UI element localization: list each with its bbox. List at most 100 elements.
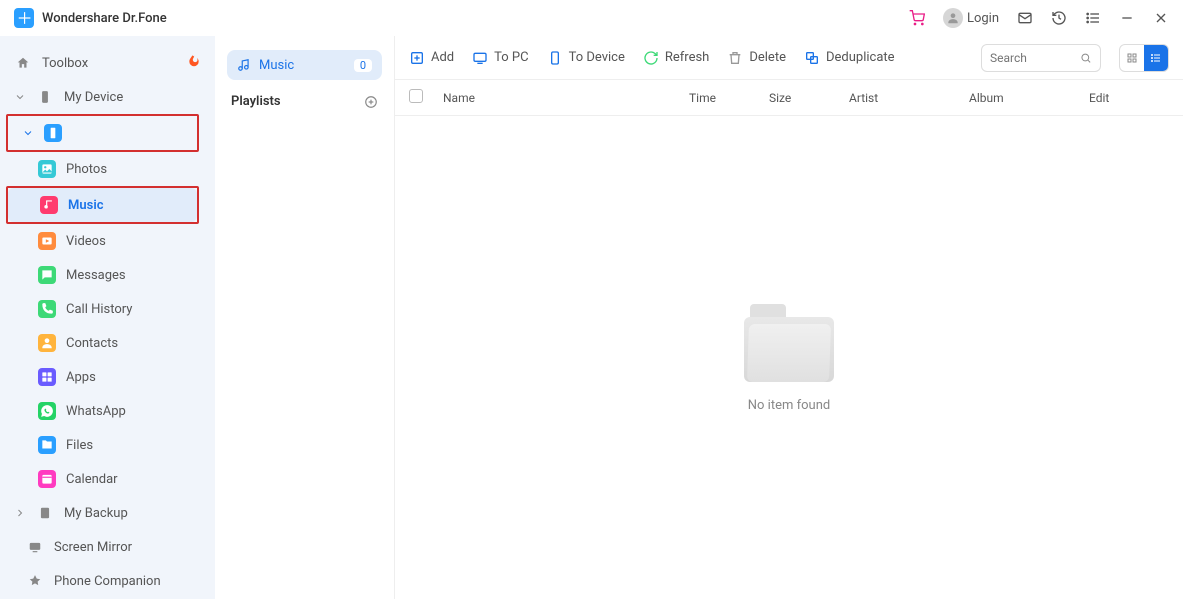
- photos-label: Photos: [66, 162, 107, 177]
- contacts-icon: [38, 334, 56, 352]
- calendar-icon: [38, 470, 56, 488]
- sidebar-device-root[interactable]: [8, 116, 197, 150]
- chevron-right-icon: [14, 507, 26, 519]
- sidebar-videos[interactable]: Videos: [0, 224, 215, 258]
- call-icon: [38, 300, 56, 318]
- cart-button[interactable]: [909, 10, 925, 26]
- sidebar-my-backup[interactable]: My Backup: [0, 496, 215, 530]
- contacts-label: Contacts: [66, 336, 118, 351]
- sidebar-apps[interactable]: Apps: [0, 360, 215, 394]
- toolbox-label: Toolbox: [42, 56, 88, 71]
- device-icon: [36, 88, 54, 106]
- music-count-badge: 0: [354, 59, 372, 72]
- list-view-button[interactable]: [1144, 45, 1168, 71]
- col-size[interactable]: Size: [769, 91, 849, 105]
- music-label: Music: [68, 198, 103, 213]
- phone-companion-label: Phone Companion: [54, 574, 161, 589]
- sidebar-files[interactable]: Files: [0, 428, 215, 462]
- col-artist[interactable]: Artist: [849, 91, 969, 105]
- videos-icon: [38, 232, 56, 250]
- app-logo: [14, 8, 34, 28]
- my-device-label: My Device: [64, 90, 123, 105]
- delete-label: Delete: [749, 50, 786, 65]
- whatsapp-icon: [38, 402, 56, 420]
- playlists-panel: Music 0 Playlists: [215, 36, 395, 599]
- table-header: Name Time Size Artist Album Edit: [395, 80, 1183, 116]
- search-box[interactable]: [981, 44, 1101, 72]
- deduplicate-button[interactable]: Deduplicate: [804, 50, 895, 66]
- empty-folder-icon: [744, 302, 834, 382]
- files-label: Files: [66, 438, 93, 453]
- refresh-button[interactable]: Refresh: [643, 50, 709, 66]
- phone-icon: [44, 124, 62, 142]
- sidebar-music[interactable]: Music: [8, 188, 197, 222]
- col-time[interactable]: Time: [689, 91, 769, 105]
- refresh-icon: [643, 50, 659, 66]
- home-icon: [14, 54, 32, 72]
- to-pc-label: To PC: [494, 50, 528, 65]
- sidebar: Toolbox My Device Photos Music Vid: [0, 36, 215, 599]
- device-icon: [547, 50, 563, 66]
- search-icon: [1080, 51, 1092, 65]
- highlight-device: [6, 114, 199, 152]
- screen-mirror-label: Screen Mirror: [54, 540, 132, 555]
- toolbar: Add To PC To Device Refresh Delete: [395, 36, 1183, 80]
- minimize-button[interactable]: [1119, 10, 1135, 26]
- dedup-icon: [804, 50, 820, 66]
- deduplicate-label: Deduplicate: [826, 50, 895, 65]
- videos-label: Videos: [66, 234, 106, 249]
- sidebar-toolbox[interactable]: Toolbox: [0, 46, 215, 80]
- sidebar-calendar[interactable]: Calendar: [0, 462, 215, 496]
- close-button[interactable]: [1153, 10, 1169, 26]
- apps-icon: [38, 368, 56, 386]
- select-all-checkbox[interactable]: [409, 89, 443, 106]
- sidebar-phone-companion[interactable]: Phone Companion: [0, 564, 215, 598]
- apps-label: Apps: [66, 370, 96, 385]
- companion-icon: [26, 572, 44, 590]
- empty-state: No item found: [395, 116, 1183, 599]
- call-history-label: Call History: [66, 302, 132, 317]
- col-name[interactable]: Name: [443, 91, 689, 105]
- empty-text: No item found: [748, 398, 830, 413]
- menu-button[interactable]: [1085, 10, 1101, 26]
- playlists-header: Playlists: [227, 94, 382, 109]
- music-pill-label: Music: [259, 58, 294, 73]
- add-playlist-icon[interactable]: [364, 95, 378, 109]
- login-button[interactable]: Login: [943, 8, 999, 28]
- sidebar-contacts[interactable]: Contacts: [0, 326, 215, 360]
- sidebar-photos[interactable]: Photos: [0, 152, 215, 186]
- add-button[interactable]: Add: [409, 50, 454, 66]
- sidebar-screen-mirror[interactable]: Screen Mirror: [0, 530, 215, 564]
- music-category-pill[interactable]: Music 0: [227, 50, 382, 80]
- playlists-header-label: Playlists: [231, 94, 281, 109]
- sidebar-my-device[interactable]: My Device: [0, 80, 215, 114]
- delete-button[interactable]: Delete: [727, 50, 786, 66]
- search-input[interactable]: [990, 51, 1074, 65]
- titlebar: Wondershare Dr.Fone Login: [0, 0, 1183, 36]
- chevron-down-icon: [14, 91, 26, 103]
- sidebar-call-history[interactable]: Call History: [0, 292, 215, 326]
- to-device-button[interactable]: To Device: [547, 50, 625, 66]
- music-icon: [40, 196, 58, 214]
- messages-label: Messages: [66, 268, 126, 283]
- sidebar-messages[interactable]: Messages: [0, 258, 215, 292]
- sidebar-whatsapp[interactable]: WhatsApp: [0, 394, 215, 428]
- highlight-music: Music: [6, 186, 199, 224]
- trash-icon: [727, 50, 743, 66]
- add-label: Add: [431, 50, 454, 65]
- mail-button[interactable]: [1017, 10, 1033, 26]
- photos-icon: [38, 160, 56, 178]
- music-note-icon: [237, 58, 251, 72]
- add-icon: [409, 50, 425, 66]
- grid-view-button[interactable]: [1120, 45, 1144, 71]
- screen-icon: [26, 538, 44, 556]
- login-label: Login: [967, 11, 999, 26]
- whatsapp-label: WhatsApp: [66, 404, 126, 419]
- refresh-label: Refresh: [665, 50, 709, 65]
- to-pc-button[interactable]: To PC: [472, 50, 528, 66]
- col-album[interactable]: Album: [969, 91, 1089, 105]
- view-toggle: [1119, 44, 1169, 72]
- avatar-icon: [943, 8, 963, 28]
- backup-icon: [36, 504, 54, 522]
- history-button[interactable]: [1051, 10, 1067, 26]
